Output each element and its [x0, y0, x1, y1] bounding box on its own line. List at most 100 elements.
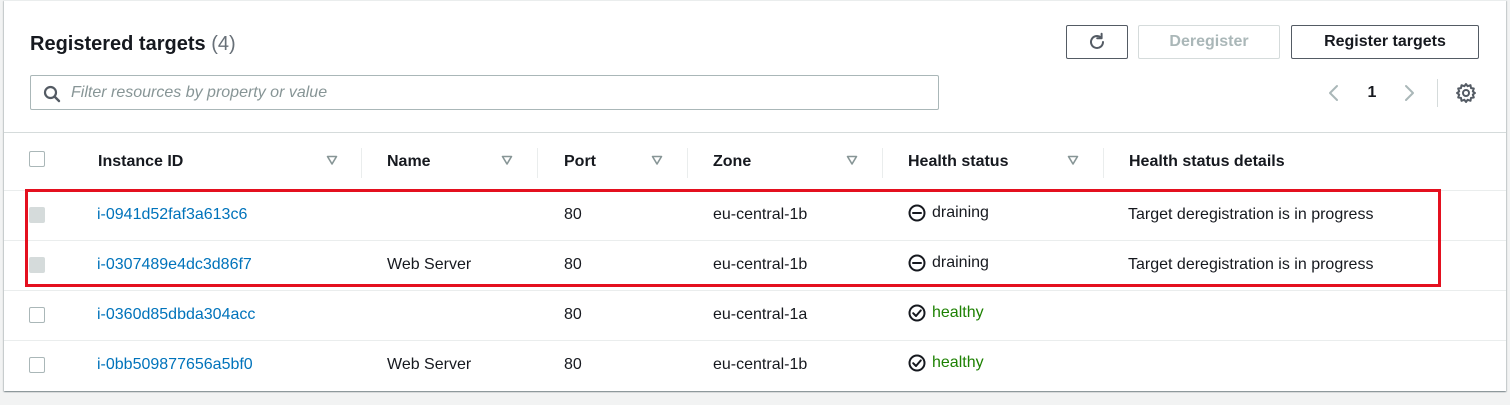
- row-select-cell: [4, 240, 72, 291]
- zone-text: eu-central-1b: [713, 256, 808, 273]
- health-details-cell: Target deregistration is in progress: [1104, 240, 1506, 291]
- row-checkbox: [29, 257, 45, 273]
- zone-text: eu-central-1b: [713, 356, 808, 374]
- column-label: Health status: [908, 153, 1009, 170]
- instance-id-link[interactable]: i-0360d85dbda304acc: [97, 306, 255, 323]
- health-status-cell: draining: [883, 240, 1104, 291]
- sort-icon[interactable]: [501, 154, 513, 166]
- column-header-instance-id[interactable]: Instance ID: [72, 133, 362, 191]
- health-status: healthy: [908, 304, 984, 322]
- table-row[interactable]: i-0941d52faf3a613c6 80 eu-central-1b draini…: [4, 190, 1506, 241]
- instance-id-link[interactable]: i-0307489e4dc3d86f7: [97, 256, 252, 273]
- health-details-cell: [1104, 290, 1506, 341]
- pagination-divider: [1437, 79, 1438, 107]
- port-cell: 80: [538, 240, 688, 291]
- name-cell: [362, 290, 538, 341]
- check-circle-icon: [908, 354, 926, 372]
- port-cell: 80: [538, 340, 688, 390]
- panel-header: Registered targets (4) Deregister Regist…: [4, 1, 1506, 133]
- health-status-cell: draining: [883, 190, 1104, 241]
- row-select-cell: [4, 290, 72, 341]
- port-text: 80: [564, 206, 582, 223]
- instance-id-link[interactable]: i-0bb509877656a5bf0: [97, 356, 253, 373]
- sort-icon[interactable]: [326, 154, 338, 166]
- sort-icon[interactable]: [846, 154, 858, 166]
- search-icon: [43, 85, 61, 103]
- title-count: (4): [211, 33, 236, 55]
- select-all-checkbox[interactable]: [29, 151, 45, 167]
- port-text: 80: [564, 256, 582, 273]
- table-row[interactable]: i-0307489e4dc3d86f7 Web Server 80 eu-centra…: [4, 240, 1506, 291]
- column-label: Zone: [713, 153, 752, 170]
- row-select-cell: [4, 340, 72, 390]
- health-status: draining: [908, 254, 989, 272]
- port-text: 80: [564, 356, 582, 374]
- health-status: draining: [908, 204, 989, 222]
- sort-icon[interactable]: [651, 154, 663, 166]
- port-cell: 80: [538, 290, 688, 341]
- health-details-cell: Target deregistration is in progress: [1104, 190, 1506, 241]
- column-label: Port: [564, 153, 596, 170]
- check-circle-icon: [908, 304, 926, 321]
- column-label: Instance ID: [98, 153, 184, 170]
- sort-icon[interactable]: [1067, 154, 1079, 166]
- table-header-row: Instance ID Name Port Zone Health status: [4, 133, 1506, 191]
- minus-circle-icon: [908, 254, 926, 271]
- instance-id-cell: i-0307489e4dc3d86f7: [72, 240, 362, 291]
- column-header-name[interactable]: Name: [362, 133, 538, 191]
- minus-circle-icon: [908, 204, 926, 221]
- health-status-cell: healthy: [883, 290, 1104, 341]
- health-details-text: Target deregistration is in progress: [1128, 206, 1374, 223]
- table-row[interactable]: i-0bb509877656a5bf0 Web Server 80 eu-centra…: [4, 340, 1506, 390]
- name-text: Web Server: [387, 256, 472, 273]
- row-select-cell: [4, 190, 72, 241]
- column-label: Name: [387, 153, 431, 170]
- column-header-zone[interactable]: Zone: [688, 133, 883, 191]
- row-checkbox: [29, 207, 45, 223]
- title-text: Registered targets: [30, 33, 206, 55]
- port-cell: 80: [538, 190, 688, 241]
- column-header-port[interactable]: Port: [538, 133, 688, 191]
- registered-targets-panel: Registered targets (4) Deregister Regist…: [4, 0, 1506, 391]
- health-details-text: Target deregistration is in progress: [1128, 256, 1374, 273]
- select-all-cell: [4, 133, 72, 191]
- row-checkbox[interactable]: [29, 357, 45, 374]
- health-status-text: draining: [932, 203, 989, 221]
- page-number-1[interactable]: 1: [1362, 81, 1382, 105]
- zone-cell: eu-central-1a: [688, 290, 883, 341]
- health-status-text: draining: [932, 253, 989, 271]
- filter-box[interactable]: [30, 75, 939, 110]
- chevron-left-icon[interactable]: [1324, 81, 1344, 105]
- zone-text: eu-central-1a: [713, 306, 808, 323]
- zone-cell: eu-central-1b: [688, 240, 883, 291]
- column-header-health-status[interactable]: Health status: [883, 133, 1104, 191]
- name-cell: [362, 190, 538, 241]
- register-targets-button[interactable]: Register targets: [1291, 25, 1479, 59]
- name-cell: Web Server: [362, 240, 538, 291]
- page-title: Registered targets (4): [30, 31, 236, 57]
- filter-input[interactable]: [71, 76, 931, 109]
- instance-id-cell: i-0bb509877656a5bf0: [72, 340, 362, 390]
- chevron-right-icon[interactable]: [1399, 81, 1419, 105]
- column-header-health-status-details: Health status details: [1104, 133, 1506, 191]
- health-status: healthy: [908, 354, 984, 372]
- name-cell: Web Server: [362, 340, 538, 390]
- row-checkbox[interactable]: [29, 307, 45, 323]
- instance-id-link[interactable]: i-0941d52faf3a613c6: [97, 206, 247, 223]
- zone-text: eu-central-1b: [713, 206, 808, 223]
- targets-table: Instance ID Name Port Zone Health status: [4, 133, 1506, 390]
- deregister-button[interactable]: Deregister: [1138, 25, 1280, 59]
- gear-icon[interactable]: [1454, 81, 1478, 105]
- refresh-button[interactable]: [1066, 25, 1128, 59]
- health-details-cell: [1104, 340, 1506, 390]
- refresh-icon: [1090, 32, 1104, 49]
- name-text: Web Server: [387, 356, 472, 374]
- instance-id-cell: i-0941d52faf3a613c6: [72, 190, 362, 241]
- port-text: 80: [564, 306, 582, 323]
- health-status-cell: healthy: [883, 340, 1104, 390]
- instance-id-cell: i-0360d85dbda304acc: [72, 290, 362, 341]
- table-row[interactable]: i-0360d85dbda304acc 80 eu-central-1a health…: [4, 290, 1506, 341]
- health-status-text: healthy: [932, 303, 984, 321]
- zone-cell: eu-central-1b: [688, 340, 883, 390]
- column-label: Health status details: [1129, 153, 1285, 170]
